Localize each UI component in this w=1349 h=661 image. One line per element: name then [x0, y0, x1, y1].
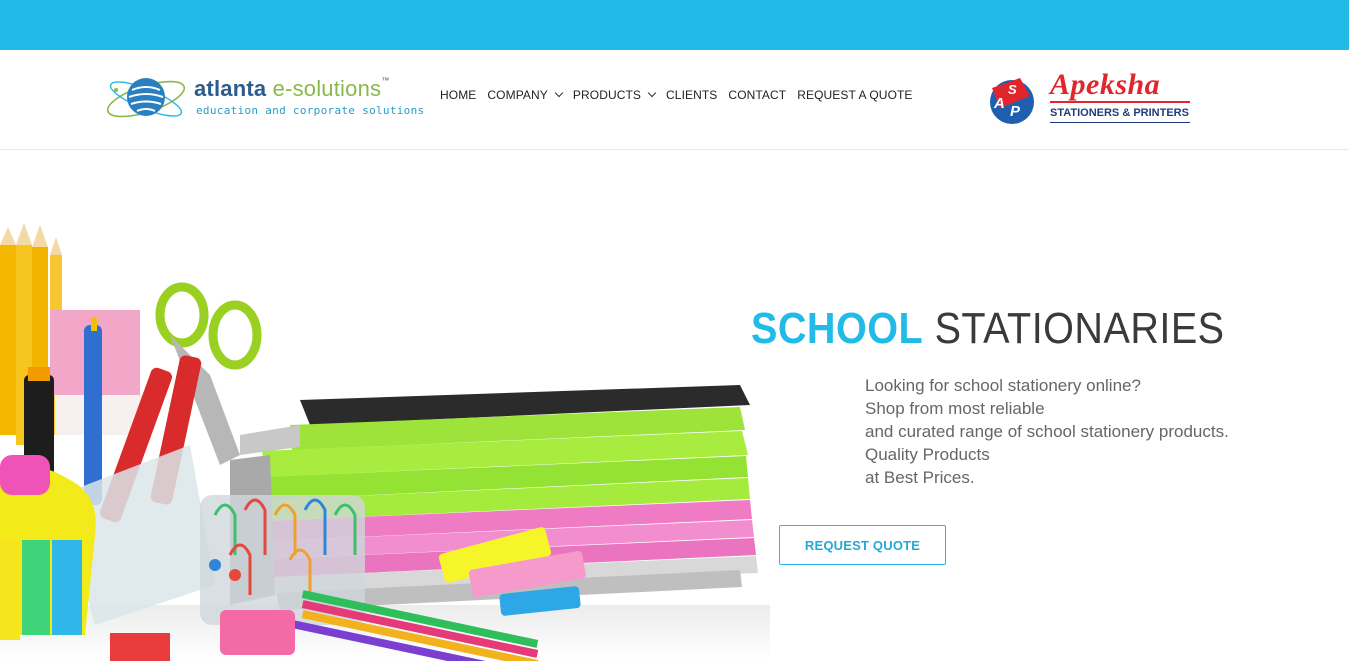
stationery-pile-image — [0, 223, 770, 661]
apeksha-logo[interactable]: S A P Apeksha STATIONERS & PRINTERS — [982, 68, 1194, 130]
hero-title-highlight: SCHOOL — [751, 304, 924, 353]
brand-sub: e-solutions — [272, 76, 382, 101]
nav-home[interactable]: HOME — [440, 88, 476, 102]
nav-request-quote-label: REQUEST A QUOTE — [797, 88, 913, 102]
brand-name: atlanta e-solutions™ — [194, 76, 389, 102]
nav-clients[interactable]: CLIENTS — [666, 88, 717, 102]
nav-products-label: PRODUCTS — [572, 88, 642, 102]
nav-contact-label: CONTACT — [728, 88, 787, 102]
chevron-down-icon — [647, 88, 657, 98]
hero-title-rest: STATIONARIES — [934, 304, 1225, 353]
nav-company-label: COMPANY — [487, 88, 548, 102]
apeksha-name: Apeksha — [1050, 68, 1161, 101]
hero-description: Looking for school stationery online? Sh… — [865, 374, 1229, 489]
nav-home-label: HOME — [440, 88, 477, 102]
svg-text:S: S — [1008, 82, 1017, 97]
brand-tagline: education and corporate solutions — [196, 104, 425, 117]
brand-main: atlanta — [194, 76, 267, 101]
request-quote-button[interactable]: REQUEST QUOTE — [779, 525, 946, 565]
chevron-down-icon — [554, 88, 564, 98]
sap-emblem-icon: S A P — [990, 78, 1034, 124]
hero-desc-line: at Best Prices. — [865, 468, 975, 487]
main-nav: HOME COMPANY PRODUCTS CLIENTS CONTACT RE… — [440, 88, 924, 102]
top-accent-bar — [0, 0, 1349, 50]
apeksha-subtitle: STATIONERS & PRINTERS — [1050, 107, 1189, 119]
hero-desc-line: Quality Products — [865, 445, 990, 464]
svg-text:P: P — [1010, 103, 1021, 120]
globe-orbit-icon — [106, 78, 186, 118]
atlanta-logo[interactable]: atlanta e-solutions™ education and corpo… — [104, 70, 424, 130]
nav-request-quote[interactable]: REQUEST A QUOTE — [797, 88, 912, 102]
nav-products[interactable]: PRODUCTS — [572, 88, 657, 102]
hero-desc-line: Shop from most reliable — [865, 399, 1045, 418]
apeksha-subtitle-underline — [1050, 122, 1190, 123]
nav-company[interactable]: COMPANY — [487, 88, 564, 102]
hero-desc-line: and curated range of school stationery p… — [865, 422, 1229, 441]
nav-contact[interactable]: CONTACT — [728, 88, 786, 102]
nav-clients-label: CLIENTS — [666, 88, 718, 102]
hero-title: SCHOOL STATIONARIES — [751, 304, 1225, 354]
hero-desc-line: Looking for school stationery online? — [865, 376, 1141, 395]
site-header: atlanta e-solutions™ education and corpo… — [0, 50, 1349, 150]
trademark: ™ — [381, 76, 390, 85]
apeksha-underline — [1050, 101, 1190, 103]
svg-text:A: A — [993, 95, 1005, 112]
